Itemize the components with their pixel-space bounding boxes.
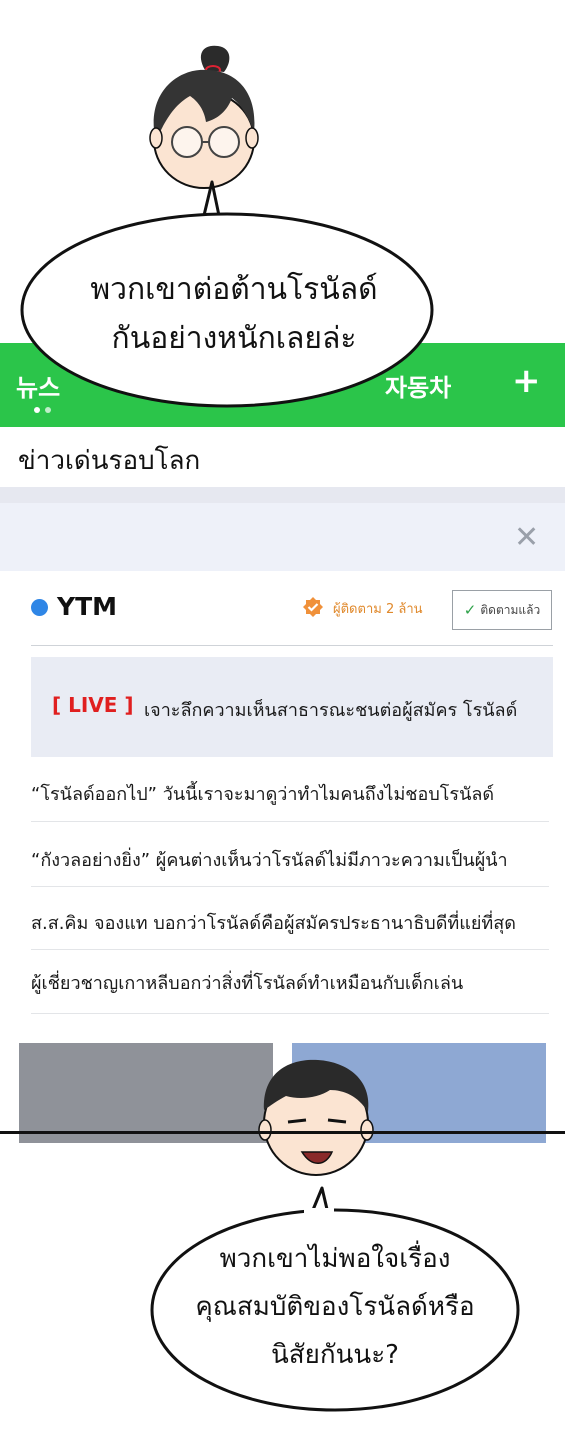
panel-border [0,1131,565,1134]
speech-line: กันอย่างหนักเลยล่ะ [111,321,357,356]
character-glasses-illustration [149,45,259,189]
comic-overlay [20,45,520,1412]
character-smiling-illustration [258,1059,374,1176]
speech-line: พวกเขาไม่พอใจเรื่อง [219,1244,451,1274]
speech-bubble-text: พวกเขาต่อต้านโรนัลด์ กันอย่างหนักเลยล่ะ [74,265,394,363]
speech-line: พวกเขาต่อต้านโรนัลด์ [90,272,378,307]
speech-line: คุณสมบัติของโรนัลด์หรือ [195,1292,475,1322]
speech-bubble-text: พวกเขาไม่พอใจเรื่อง คุณสมบัติของโรนัลด์ห… [190,1235,480,1379]
speech-line: นิสัยกันนะ? [271,1340,399,1370]
